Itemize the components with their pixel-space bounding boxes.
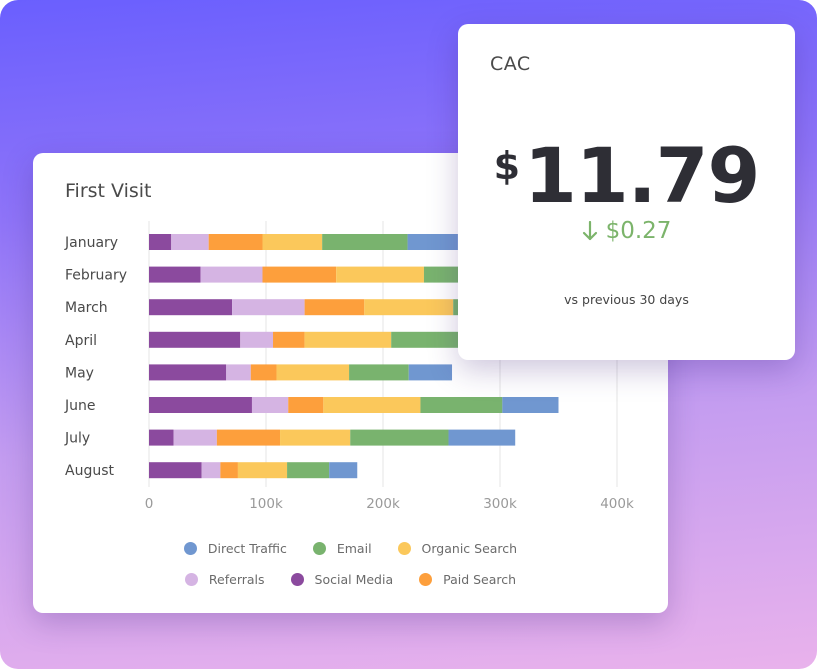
legend-item-social-media[interactable]: Social Media [290, 572, 394, 587]
y-category-label: June [64, 398, 96, 414]
bar-segment-direct-traffic[interactable] [448, 429, 516, 446]
cac-card: CAC $ 11.79 $0.27 vs previous 30 days [458, 24, 795, 360]
legend-label: Email [336, 541, 372, 556]
bar-segment-referrals[interactable] [240, 331, 274, 348]
legend-swatch [397, 542, 411, 555]
bar-segment-email[interactable] [287, 462, 330, 479]
y-category-label: March [65, 300, 108, 316]
bar-segment-paid-search[interactable] [288, 397, 324, 413]
bar-segment-paid-search[interactable] [250, 364, 277, 381]
bar-segment-organic-search[interactable] [364, 299, 454, 316]
background: First Visit 0 100k 200k 300k 400k January Febr… [0, 0, 817, 669]
bar-segment-social-media[interactable] [149, 397, 252, 413]
cac-label: CAC [490, 53, 531, 75]
bar-segment-referrals[interactable] [173, 429, 217, 446]
legend-item-paid-search[interactable]: Paid Search [419, 572, 516, 587]
x-tick-label: 300k [483, 496, 517, 512]
legend-swatch [183, 542, 197, 555]
legend-label: Referrals [208, 572, 265, 587]
bar-segment-social-media[interactable] [149, 234, 172, 250]
legend-swatch [184, 573, 198, 586]
bar-segment-paid-search[interactable] [216, 429, 281, 446]
legend-label: Direct Traffic [207, 541, 287, 556]
legend-item-organic-search[interactable]: Organic Search [397, 541, 518, 556]
bar-segment-email[interactable] [350, 429, 449, 446]
y-category-label: May [65, 365, 94, 381]
bar-segment-organic-search[interactable] [336, 266, 424, 283]
bar-segment-direct-traffic[interactable] [502, 397, 559, 413]
bar-segment-direct-traffic[interactable] [329, 462, 358, 479]
bar-segment-organic-search[interactable] [262, 234, 323, 250]
legend-swatch [312, 542, 326, 555]
bar-segment-social-media[interactable] [149, 266, 201, 283]
x-tick-label: 400k [600, 496, 634, 512]
cac-currency: $ [493, 144, 521, 188]
y-category-label: April [65, 333, 97, 349]
bar-segment-social-media[interactable] [149, 364, 227, 381]
cac-value-block: $ 11.79 [458, 134, 795, 218]
y-category-label: January [64, 235, 118, 251]
bar-segment-direct-traffic[interactable] [408, 364, 453, 381]
down-arrow-icon [582, 221, 597, 241]
bar-segment-referrals[interactable] [226, 364, 251, 381]
bar-segment-organic-search[interactable] [323, 397, 421, 413]
bar-segment-referrals[interactable] [232, 299, 305, 316]
cac-change-value: $0.27 [605, 218, 672, 244]
bar-segment-social-media[interactable] [149, 299, 233, 316]
bar-segment-direct-traffic[interactable] [407, 234, 458, 250]
bar-segment-organic-search[interactable] [280, 429, 351, 446]
bar-segment-social-media[interactable] [149, 429, 174, 446]
legend-swatch [419, 573, 433, 586]
bar-segment-social-media[interactable] [149, 462, 202, 479]
bar-segment-social-media[interactable] [149, 331, 241, 348]
y-category-label: February [65, 268, 127, 284]
legend-swatch [290, 573, 304, 586]
x-tick-label: 200k [366, 496, 400, 512]
x-tick-label: 100k [249, 496, 283, 512]
legend-item-direct-traffic[interactable]: Direct Traffic [183, 541, 287, 556]
y-category-label: July [64, 431, 90, 447]
legend-item-referrals[interactable]: Referrals [184, 572, 265, 587]
bar-segment-referrals[interactable] [200, 266, 263, 283]
bar-segment-paid-search[interactable] [304, 299, 365, 316]
legend-label: Paid Search [443, 572, 517, 587]
bar-segment-paid-search[interactable] [262, 266, 337, 283]
cac-change: $0.27 [458, 218, 795, 244]
bar-segment-email[interactable] [322, 234, 408, 250]
legend-label: Social Media [314, 572, 394, 587]
bar-segment-organic-search[interactable] [304, 331, 392, 348]
bar-segment-referrals[interactable] [201, 462, 221, 479]
bar-segment-email[interactable] [420, 397, 503, 413]
bar-segment-paid-search[interactable] [220, 462, 238, 479]
cac-comparison-text: vs previous 30 days [564, 292, 689, 307]
bar-segment-organic-search[interactable] [276, 364, 350, 381]
bar-segment-organic-search[interactable] [237, 462, 288, 479]
bar-segment-paid-search[interactable] [208, 234, 263, 250]
legend-row-2: Referrals Social Media Paid Search [33, 572, 668, 587]
legend-item-email[interactable]: Email [312, 541, 372, 556]
bar-segment-referrals[interactable] [251, 397, 289, 413]
x-tick-label: 0 [145, 496, 154, 512]
legend-label: Organic Search [421, 541, 518, 556]
y-category-label: August [65, 463, 115, 479]
bar-segment-email[interactable] [349, 364, 409, 381]
legend-row-1: Direct Traffic Email Organic Search [33, 541, 668, 556]
cac-value: 11.79 [524, 131, 760, 220]
bar-segment-referrals[interactable] [171, 234, 209, 250]
bar-segment-paid-search[interactable] [273, 331, 305, 348]
